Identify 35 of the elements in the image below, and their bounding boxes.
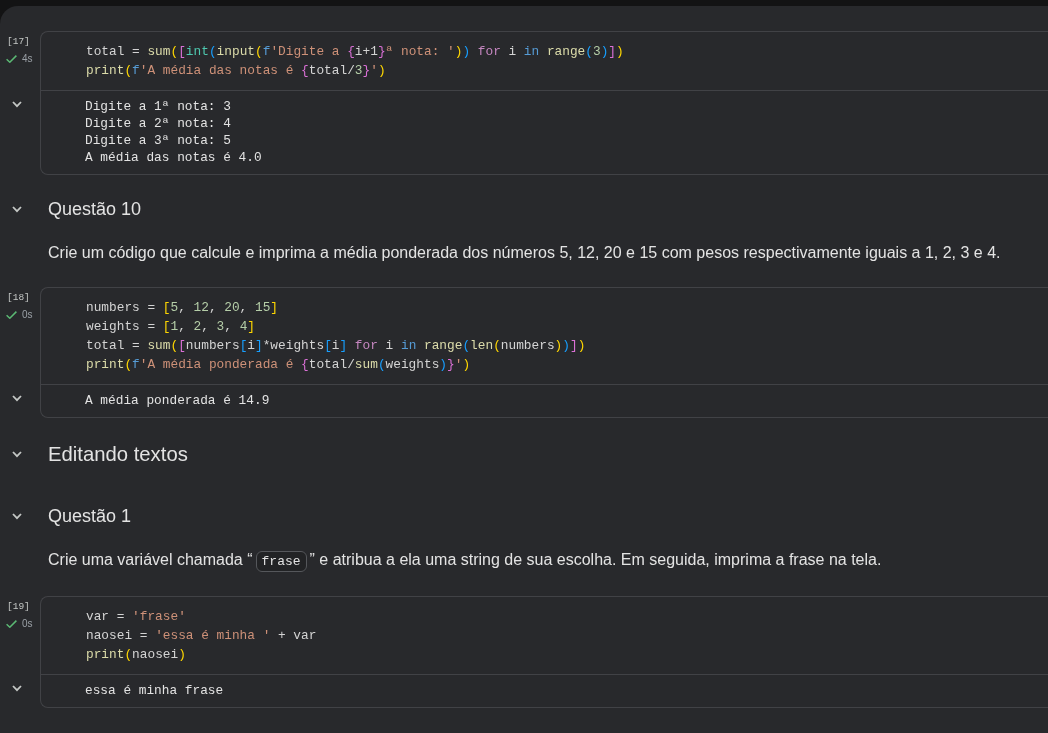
execution-count: [18] [7,292,30,304]
run-duration: 4s [22,53,33,65]
output-line: Digite a 2ª nota: 4 [85,115,231,132]
code-line: numbers = [5, 12, 20, 15] [86,299,278,317]
output-line: A média ponderada é 14.9 [85,392,270,409]
section-heading: Questão 1 [48,505,132,528]
chevron-icon[interactable] [12,205,22,213]
chevron-icon[interactable] [12,395,22,402]
chevron-icon[interactable] [12,512,22,520]
code-editor[interactable]: total = sum([int(input(f'Digite a {i+1}ª nota: ')) for i in range(3)]) print(f'A média das notas é {total/3}') [41,32,1048,91]
code-line: weights = [1, 2, 3, 4] [86,318,255,336]
execution-count: [19] [7,601,30,613]
code-line: total = sum([numbers[i]*weights[i] for i in range(len(numbers))]) [86,337,586,355]
code-line: print(f'A média ponderada é {total/sum(weights)}') [86,356,471,374]
code-editor[interactable]: var = 'frase' naosei = 'essa é minha ' + var print(naosei) [41,597,1048,675]
run-duration: 0s [22,309,33,321]
section-heading: Questão 10 [48,198,142,221]
output-line: A média das notas é 4.0 [85,149,262,166]
code-line: total = sum([int(input(f'Digite a {i+1}ª nota: ')) for i in range(3)]) [86,43,624,61]
execution-count: [17] [7,36,30,48]
paragraph: Crie um código que calcule e imprima a média ponderada dos números 5, 12, 20 e 15 com pesos respectivamente iguais a 1, 2, 3 e 4. [48,243,1001,263]
code-editor[interactable]: numbers = [5, 12, 20, 15] weights = [1, 2, 3, 4] total = sum([numbers[i]*weights[i] for i in range(len(numbers))]) print(f'A média ponderada é {total/sum(weights)}') [41,288,1048,385]
code-line: print(f'A média das notas é {total/3}') [86,62,386,80]
chevron-icon[interactable] [12,685,22,692]
run-duration: 0s [22,618,33,630]
chevron-icon[interactable] [12,101,22,108]
output-line: essa é minha frase [85,682,224,699]
chevron-icon[interactable] [12,450,22,458]
paragraph: Crie uma variável chamada “ frase ” e atribua a ela uma string de sua escolha. Em seguida, imprima a frase na tela. [48,548,882,574]
section-heading: Editando textos [48,442,188,467]
code-line: naosei = 'essa é minha ' + var [86,627,317,645]
code-line: print(naosei) [86,646,186,664]
code-line: var = 'frase' [86,608,186,626]
output-line: Digite a 3ª nota: 5 [85,132,231,149]
output-line: Digite a 1ª nota: 3 [85,98,231,115]
